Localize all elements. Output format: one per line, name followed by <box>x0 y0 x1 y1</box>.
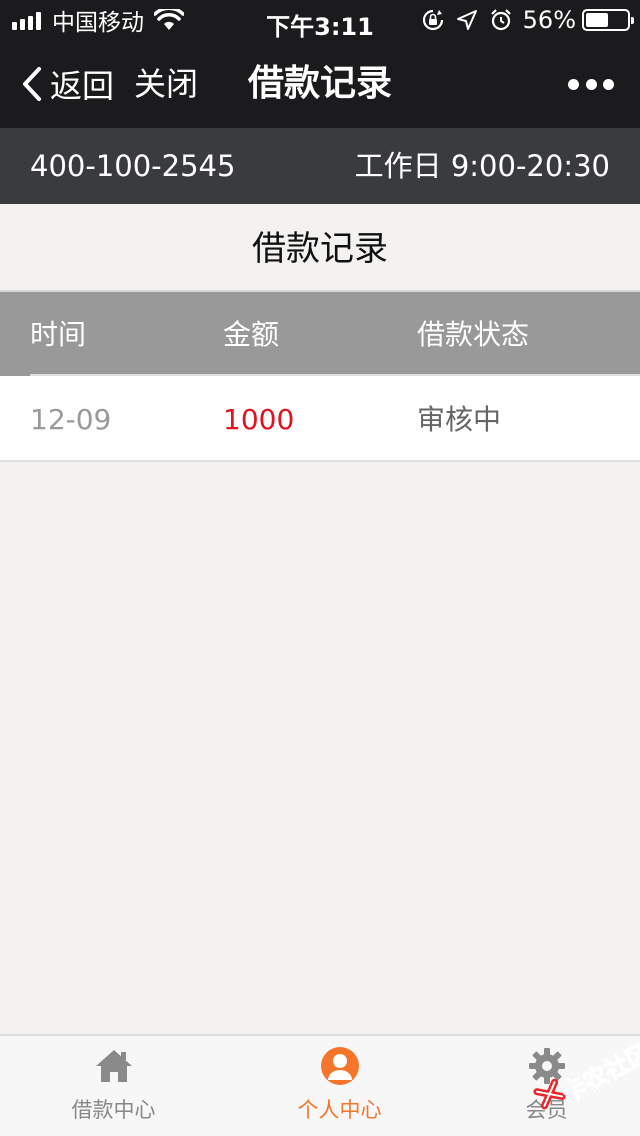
row-status: 审核中 <box>417 403 502 436</box>
section-title: 借款记录 <box>0 204 640 290</box>
column-header-status: 借款状态 <box>417 318 530 351</box>
more-dot <box>568 78 579 90</box>
tab-personal-center[interactable]: 个人中心 <box>233 1036 446 1136</box>
rotation-lock-icon <box>422 9 443 31</box>
row-time: 12-09 <box>30 403 112 436</box>
column-header-time: 时间 <box>30 318 87 351</box>
alarm-icon <box>490 9 511 31</box>
nav-bar: 返回 关闭 借款记录 <box>0 40 640 128</box>
column-header-amount: 金额 <box>223 318 280 351</box>
table-row[interactable]: 12-09 1000 审核中 <box>0 376 640 462</box>
battery-tip <box>631 17 634 24</box>
table-header: 时间 金额 借款状态 <box>0 290 640 376</box>
hotline-hours: 工作日 9:00-20:30 <box>354 149 610 183</box>
tab-loan-center[interactable]: 借款中心 <box>7 1036 220 1136</box>
hotline-bar: 400-100-2545 工作日 9:00-20:30 <box>0 128 640 204</box>
more-button[interactable] <box>568 74 614 94</box>
row-amount: 1000 <box>223 403 295 436</box>
more-dot <box>585 78 597 90</box>
status-right: 56% <box>411 0 634 40</box>
battery-percent: 56% <box>522 6 576 34</box>
user-icon <box>320 1047 359 1085</box>
home-icon <box>95 1050 132 1082</box>
page-title: 借款记录 <box>247 63 392 104</box>
more-dot <box>603 78 614 90</box>
battery-icon <box>582 9 634 31</box>
status-bar: 中国移动 下午3:11 56% <box>0 0 640 41</box>
tab-label: 借款中心 <box>71 1098 156 1122</box>
hotline-phone[interactable]: 400-100-2545 <box>30 148 235 184</box>
battery-fill <box>586 13 609 27</box>
location-icon <box>456 10 477 30</box>
screen: 中国移动 下午3:11 56% 返回 关闭 借款记录 400-100-2545 … <box>0 0 640 1136</box>
tab-label: 个人中心 <box>297 1098 382 1122</box>
